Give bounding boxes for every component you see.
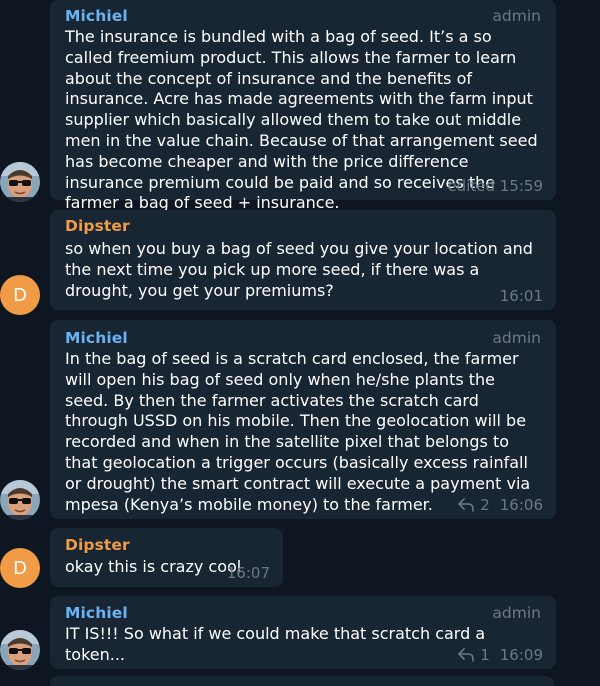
user-photo-icon: [0, 162, 40, 202]
message-bubble[interactable]: Michiel admin In the bag of seed is a sc…: [50, 320, 556, 519]
sender-name[interactable]: Michiel: [65, 7, 128, 25]
message-bubble[interactable]: Michiel admin IT IS!!! So what if we cou…: [50, 596, 556, 669]
reply-count[interactable]: 2: [480, 496, 490, 514]
message-bubble[interactable]: Dipster so when you buy a bag of seed yo…: [50, 210, 556, 310]
admin-badge: admin: [492, 329, 541, 347]
avatar[interactable]: [0, 630, 40, 670]
message-time: 16:06: [499, 496, 543, 514]
reply-count[interactable]: 1: [480, 646, 490, 664]
message-time: 16:07: [226, 564, 270, 582]
avatar[interactable]: D: [0, 548, 40, 588]
next-message-edge: [50, 676, 554, 686]
message-meta: 2 16:06: [458, 496, 543, 514]
sender-name[interactable]: Michiel: [65, 329, 128, 347]
avatar[interactable]: [0, 162, 40, 202]
message-text: In the bag of seed is a scratch card enc…: [65, 349, 531, 514]
avatar[interactable]: D: [0, 275, 40, 315]
message-meta: 16:01: [500, 287, 543, 305]
message-text: so when you buy a bag of seed you give y…: [65, 239, 533, 300]
reply-icon: [458, 648, 475, 662]
message-meta: edited 15:59: [447, 177, 543, 195]
user-photo-icon: [0, 630, 40, 670]
admin-badge: admin: [492, 604, 541, 622]
message-meta: 16:07: [227, 564, 270, 582]
sender-name[interactable]: Michiel: [65, 604, 128, 622]
message-time: 16:01: [499, 287, 543, 305]
avatar-letter: D: [13, 284, 27, 306]
message-time: edited 15:59: [447, 177, 543, 195]
sender-name[interactable]: Dipster: [65, 217, 130, 235]
message-text: okay this is crazy cool: [65, 557, 242, 576]
reply-icon: [458, 498, 475, 512]
message-bubble[interactable]: Michiel admin The insurance is bundled w…: [50, 0, 556, 212]
sender-name[interactable]: Dipster: [65, 536, 130, 554]
admin-badge: admin: [492, 7, 541, 25]
avatar[interactable]: [0, 480, 40, 520]
user-photo-icon: [0, 480, 40, 520]
message-bubble[interactable]: Dipster okay this is crazy cool 16:07: [50, 528, 283, 587]
message-meta: 1 16:09: [458, 646, 543, 664]
avatar-letter: D: [13, 557, 27, 579]
message-time: 16:09: [499, 646, 543, 664]
